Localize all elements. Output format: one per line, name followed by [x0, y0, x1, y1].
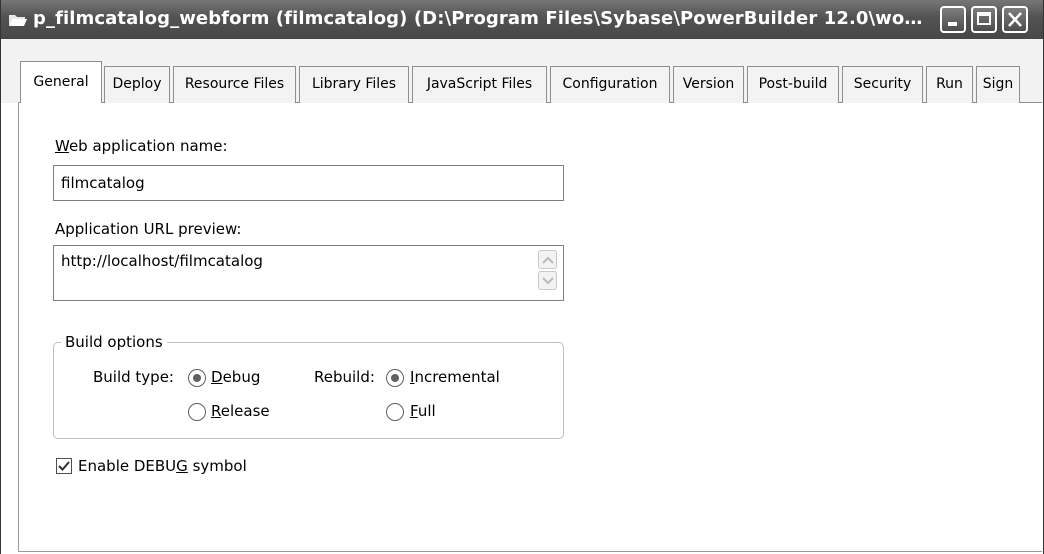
tab-general[interactable]: General [20, 61, 102, 104]
title-bar[interactable]: p_filmcatalog_webform (filmcatalog) (D:\… [1, 0, 1043, 39]
build-type-label: Build type: [93, 368, 174, 386]
tab-label: Version [682, 76, 735, 92]
window-title: p_filmcatalog_webform (filmcatalog) (D:\… [33, 8, 923, 29]
tab-configuration[interactable]: Configuration [550, 66, 670, 103]
url-scrollbar[interactable] [538, 250, 557, 296]
tab-label: Post-build [758, 76, 828, 92]
folder-icon [9, 15, 27, 26]
panel-border-left [18, 102, 19, 552]
tab-label: Resource Files [184, 76, 285, 92]
release-radio[interactable] [188, 403, 206, 421]
url-preview-field: http://localhost/filmcatalog [53, 245, 564, 301]
rebuild-label: Rebuild: [314, 368, 375, 386]
mnemonic: R [211, 402, 221, 420]
full-label[interactable]: Full [410, 402, 436, 420]
tab-label: Run [936, 76, 963, 92]
scroll-up-button[interactable] [538, 250, 557, 269]
tab-security[interactable]: Security [842, 66, 923, 103]
minimize-icon [948, 22, 957, 26]
panel-border-bottom [18, 551, 1042, 552]
tab-label: Deploy [112, 76, 162, 92]
label-text: ebug [222, 368, 261, 386]
tab-sign[interactable]: Sign [976, 66, 1020, 103]
tab-label: Security [853, 76, 912, 92]
label-text: ull [417, 402, 436, 420]
release-label[interactable]: Release [211, 402, 270, 420]
tab-javascript-files[interactable]: JavaScript Files [412, 66, 547, 103]
tab-deploy[interactable]: Deploy [104, 66, 170, 103]
build-options-legend: Build options [61, 333, 167, 351]
tab-post-build[interactable]: Post-build [747, 66, 839, 103]
label-text: eb application name: [68, 137, 228, 155]
mnemonic: F [410, 402, 418, 420]
url-preview-value: http://localhost/filmcatalog [61, 252, 263, 270]
debug-label[interactable]: Debug [211, 368, 260, 386]
maximize-button[interactable] [971, 6, 997, 33]
incremental-label[interactable]: Incremental [410, 368, 500, 386]
mnemonic: W [55, 137, 69, 155]
web-app-name-value: filmcatalog [61, 174, 145, 192]
tab-label: Sign [982, 76, 1014, 92]
maximize-icon [977, 12, 991, 25]
chevron-down-icon [542, 277, 554, 285]
radio-selected-dot [193, 374, 201, 382]
project-window: p_filmcatalog_webform (filmcatalog) (D:\… [0, 0, 1044, 554]
tab-label: JavaScript Files [426, 76, 533, 92]
mnemonic: G [176, 457, 188, 475]
label-text: elease [220, 402, 270, 420]
label-text: symbol [187, 457, 247, 475]
web-app-name-label: Web application name: [55, 137, 228, 155]
url-preview-label: Application URL preview: [55, 220, 242, 238]
enable-debug-symbol-label[interactable]: Enable DEBUG symbol [78, 457, 247, 475]
scroll-down-button[interactable] [538, 271, 557, 290]
close-icon [1008, 12, 1022, 27]
radio-selected-dot [391, 374, 399, 382]
label-text: Enable DEBU [78, 457, 177, 475]
tab-version[interactable]: Version [673, 66, 744, 103]
tab-resource-files[interactable]: Resource Files [173, 66, 296, 103]
minimize-button[interactable] [940, 6, 966, 33]
close-button[interactable] [1002, 6, 1028, 33]
build-options-group [53, 342, 564, 439]
tab-label: Library Files [311, 76, 397, 92]
chevron-up-icon [542, 256, 554, 264]
tab-label: General [33, 74, 89, 90]
debug-radio[interactable] [188, 369, 206, 387]
tab-library-files[interactable]: Library Files [299, 66, 409, 103]
full-radio[interactable] [386, 403, 404, 421]
web-app-name-input[interactable]: filmcatalog [53, 165, 564, 201]
checkmark-icon [58, 461, 70, 471]
incremental-radio[interactable] [386, 369, 404, 387]
label-text: ncremental [414, 368, 500, 386]
tab-label: Configuration [562, 76, 658, 92]
enable-debug-symbol-checkbox[interactable] [56, 458, 72, 474]
tab-run[interactable]: Run [926, 66, 973, 103]
mnemonic: D [211, 368, 223, 386]
